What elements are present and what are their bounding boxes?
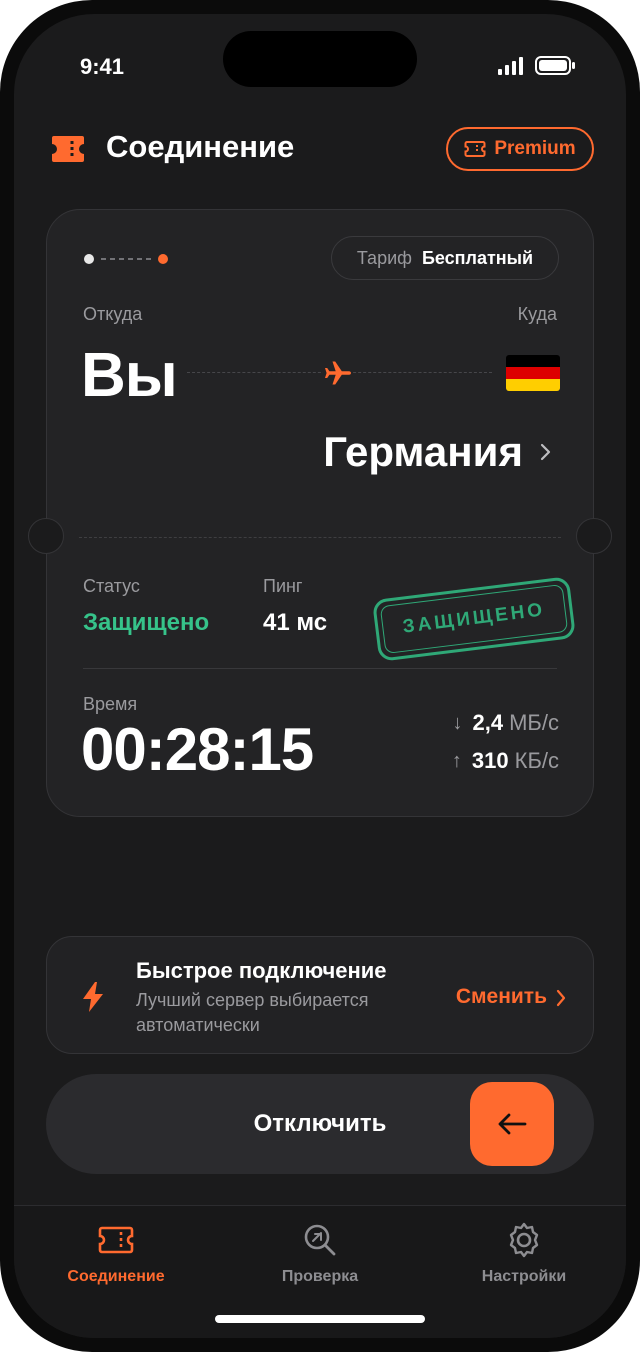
germany-flag-icon — [506, 355, 560, 391]
premium-label: Premium — [494, 138, 576, 159]
screen: 9:41 Соединение Premium Тариф Бесплатный… — [14, 14, 626, 1338]
arrow-up-icon: ↑ — [451, 749, 462, 772]
premium-button[interactable]: Premium — [446, 127, 594, 171]
destination-country[interactable]: Германия — [323, 428, 523, 476]
ping-label: Пинг — [263, 576, 303, 596]
time-label: Время — [83, 694, 138, 714]
connection-ticket-card: Тариф Бесплатный Откуда Куда Вы Германия — [28, 209, 612, 817]
arrow-left-icon — [498, 1113, 527, 1135]
tab-label: Соединение — [67, 1268, 165, 1285]
from-value: Вы — [81, 341, 178, 410]
home-indicator[interactable] — [215, 1315, 425, 1323]
session-timer: 00:28:15 — [81, 716, 314, 783]
gear-icon — [509, 1222, 539, 1258]
quick-connect-title: Быстрое подключение — [136, 958, 387, 983]
divider — [83, 668, 557, 669]
status-value: Защищено — [83, 609, 210, 636]
tab-settings[interactable]: Настройки — [434, 1220, 614, 1286]
ticket-notch-left — [28, 518, 64, 554]
tab-label: Настройки — [481, 1268, 567, 1285]
airplane-icon — [323, 358, 353, 388]
phone-frame: 9:41 Соединение Premium Тариф Бесплатный… — [0, 0, 640, 1352]
battery-icon — [535, 56, 575, 75]
from-label: Откуда — [83, 304, 143, 324]
upload-speed: ↑ 310 КБ/с — [452, 748, 559, 774]
tab-connection[interactable]: Соединение — [26, 1220, 206, 1286]
status-icons — [498, 56, 575, 75]
flag-stripe — [506, 367, 560, 379]
ticket-notch-right — [576, 518, 612, 554]
quick-connect-subtitle: Лучший сервер выбирается автоматически — [136, 990, 369, 1035]
dynamic-island — [223, 31, 417, 87]
chevron-right-icon[interactable] — [555, 989, 567, 1007]
tab-label: Проверка — [281, 1268, 359, 1285]
status-time: 9:41 — [80, 54, 125, 79]
tariff-badge: Тариф Бесплатный — [331, 236, 559, 280]
download-speed: ↓ 2,4 МБ/с — [453, 710, 559, 736]
chevron-right-icon[interactable] — [537, 442, 553, 462]
tariff-value: Бесплатный — [421, 247, 534, 268]
flag-stripe — [506, 379, 560, 391]
tariff-key: Тариф — [356, 247, 412, 268]
ticket-icon — [98, 1226, 134, 1254]
lightning-icon — [83, 982, 103, 1012]
change-server-button[interactable]: Сменить — [456, 985, 547, 1009]
stamp-text: ЗАЩИЩЕНО — [401, 599, 547, 638]
route-progress-icon — [84, 254, 168, 264]
tab-check[interactable]: Проверка — [230, 1220, 410, 1286]
quick-connect-card[interactable]: Быстрое подключение Лучший сервер выбира… — [46, 936, 594, 1054]
ticket-logo-icon — [52, 136, 84, 162]
download-unit: МБ/с — [509, 710, 559, 735]
disconnect-button[interactable] — [470, 1082, 554, 1166]
ticket-icon — [464, 141, 486, 157]
page-title: Соединение — [106, 129, 295, 164]
ping-value: 41 мс — [263, 609, 328, 636]
to-label: Куда — [517, 304, 557, 324]
arrow-down-icon: ↓ — [452, 711, 463, 734]
upload-value: 310 — [471, 748, 509, 773]
download-value: 2,4 — [472, 710, 504, 735]
upload-unit: КБ/с — [514, 748, 559, 773]
ticket-perforation — [79, 537, 561, 538]
search-icon — [304, 1224, 336, 1256]
protected-stamp: ЗАЩИЩЕНО — [371, 576, 577, 662]
flag-stripe — [506, 355, 560, 367]
signal-icon — [498, 57, 523, 75]
status-label: Статус — [83, 576, 140, 596]
